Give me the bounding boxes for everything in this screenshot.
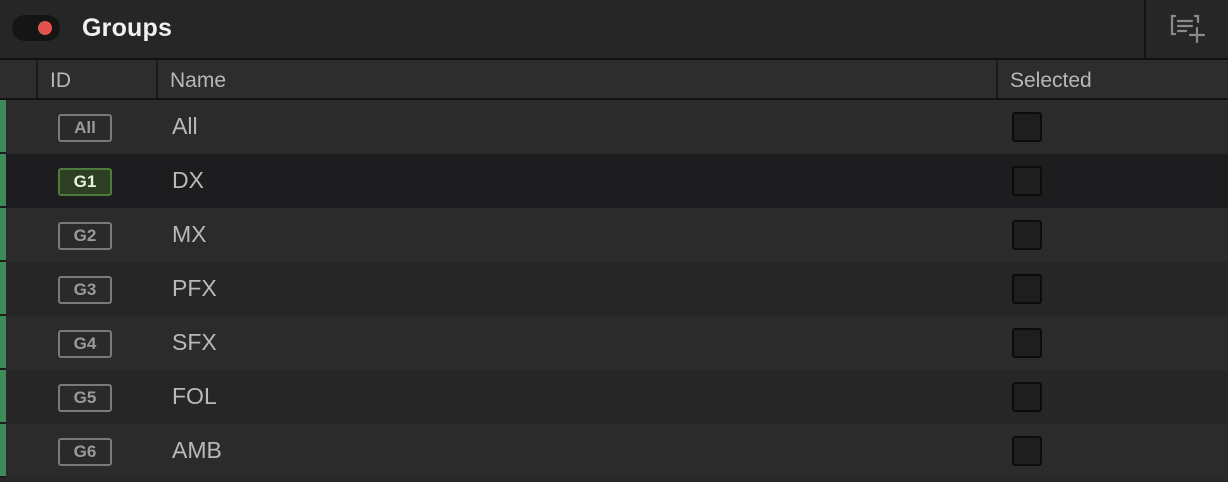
table-row[interactable]: G4 SFX: [0, 316, 1228, 370]
row-color-stripe: [0, 424, 6, 476]
column-separator[interactable]: [996, 60, 998, 98]
column-header-id[interactable]: ID: [50, 69, 71, 93]
group-id-badge[interactable]: G3: [58, 276, 112, 304]
row-stripe-gap: [0, 476, 6, 478]
table-row[interactable]: G6 AMB: [0, 424, 1228, 478]
panel-title: Groups: [82, 14, 173, 42]
selected-checkbox[interactable]: [1012, 220, 1042, 250]
group-name[interactable]: MX: [172, 221, 207, 248]
row-color-stripe: [0, 370, 6, 422]
row-color-stripe: [0, 100, 6, 152]
column-header-row: ID Name Selected: [0, 60, 1228, 100]
table-row[interactable]: G5 FOL: [0, 370, 1228, 424]
group-name[interactable]: PFX: [172, 275, 217, 302]
selected-checkbox[interactable]: [1012, 274, 1042, 304]
panel-header: Groups: [0, 0, 1228, 60]
group-id-badge[interactable]: All: [58, 114, 112, 142]
groups-enable-toggle[interactable]: [12, 15, 60, 41]
group-id-badge[interactable]: G5: [58, 384, 112, 412]
group-id-badge[interactable]: G2: [58, 222, 112, 250]
row-color-stripe: [0, 262, 6, 314]
column-header-name[interactable]: Name: [170, 69, 226, 93]
row-color-stripe: [0, 154, 6, 206]
row-color-stripe: [0, 208, 6, 260]
column-separator[interactable]: [156, 60, 158, 98]
selected-checkbox[interactable]: [1012, 166, 1042, 196]
selected-checkbox[interactable]: [1012, 382, 1042, 412]
group-id-badge[interactable]: G6: [58, 438, 112, 466]
group-id-badge[interactable]: G4: [58, 330, 112, 358]
add-group-icon: [1170, 14, 1206, 44]
header-divider: [1144, 0, 1146, 58]
group-name[interactable]: All: [172, 113, 198, 140]
column-separator[interactable]: [36, 60, 38, 98]
group-name[interactable]: AMB: [172, 437, 222, 464]
column-header-selected[interactable]: Selected: [1010, 69, 1092, 93]
add-group-button[interactable]: [1160, 8, 1214, 50]
table-row[interactable]: G3 PFX: [0, 262, 1228, 316]
group-id-badge[interactable]: G1: [58, 168, 112, 196]
table-row[interactable]: G1 DX: [0, 154, 1228, 208]
groups-panel: Groups ID Name Selected All All G1 DX G2…: [0, 0, 1228, 482]
groups-table-body: All All G1 DX G2 MX G3 PFX G4 SFX G5 FOL…: [0, 100, 1228, 478]
group-name[interactable]: DX: [172, 167, 204, 194]
selected-checkbox[interactable]: [1012, 328, 1042, 358]
toggle-indicator-dot: [38, 21, 52, 35]
group-name[interactable]: FOL: [172, 383, 217, 410]
selected-checkbox[interactable]: [1012, 112, 1042, 142]
table-row[interactable]: G2 MX: [0, 208, 1228, 262]
group-name[interactable]: SFX: [172, 329, 217, 356]
row-color-stripe: [0, 316, 6, 368]
selected-checkbox[interactable]: [1012, 436, 1042, 466]
table-row[interactable]: All All: [0, 100, 1228, 154]
